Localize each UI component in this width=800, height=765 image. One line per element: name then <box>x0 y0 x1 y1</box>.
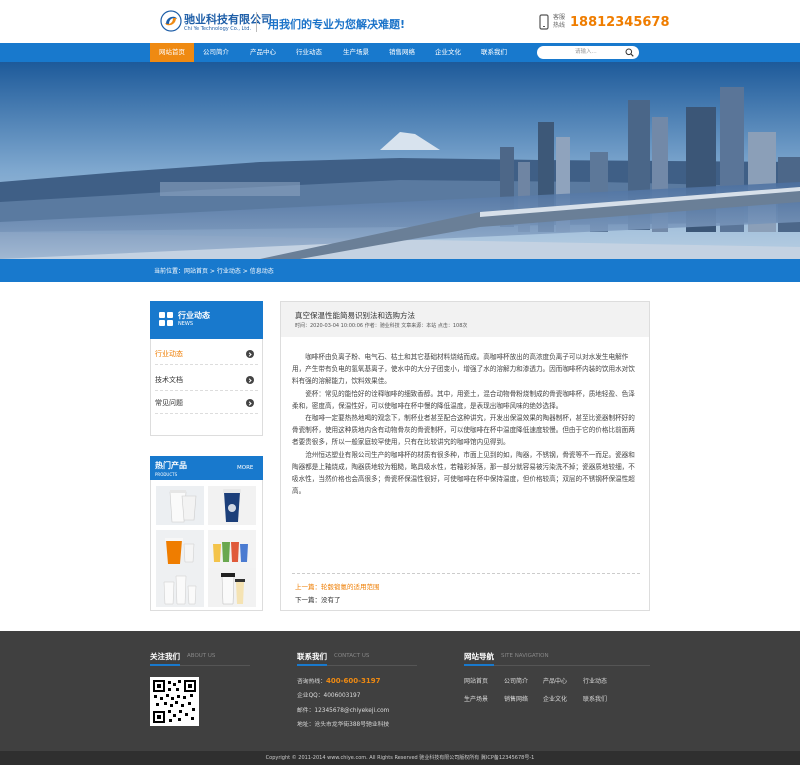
search-icon[interactable] <box>625 48 634 57</box>
nav-item-production[interactable]: 生产场景 <box>336 43 376 62</box>
contact-email: 邮件：12345678@chiyekeji.com <box>297 708 390 714</box>
footer-accent-line <box>464 664 494 666</box>
more-link[interactable]: MORE <box>237 465 253 471</box>
article-paragraph: 在咖啡一定要热热地喝的观念下，制杯业者甚至配合这种讲究，开发出保温效果的陶器制杯… <box>292 414 635 447</box>
product-thumb-5[interactable] <box>156 568 204 607</box>
footer-accent-line <box>150 664 180 666</box>
category-title: 行业动态 <box>178 311 210 320</box>
footer-nav-news[interactable]: 行业动态 <box>583 676 607 685</box>
footer-accent-line <box>297 664 327 666</box>
sidebar-item-faq[interactable]: 常见问题 <box>155 392 258 414</box>
footer-nav-culture[interactable]: 企业文化 <box>543 694 567 703</box>
search-placeholder: 请输入... <box>575 49 597 55</box>
sidebar-item-industry-news[interactable]: 行业动态 <box>155 343 258 365</box>
breadcrumb-bar <box>0 259 800 282</box>
article-divider <box>292 573 640 574</box>
footer-sitenav-title: 网站导航 <box>464 652 494 661</box>
breadcrumb-label: 当前位置： <box>154 268 185 275</box>
hotline-label: 客服热线 <box>553 14 566 29</box>
sidebar-item-label: 常见问题 <box>155 399 183 407</box>
footer-follow-subtitle: ABOUT US <box>187 653 216 659</box>
footer-sitenav-subtitle: SITE NAVIGATION <box>501 653 549 659</box>
contact-address: 地址：沧头市龙华街388号驰业科技 <box>297 722 390 728</box>
hotline-number: 18812345678 <box>570 15 670 30</box>
header-divider <box>256 12 257 32</box>
nav-item-sales[interactable]: 销售网络 <box>382 43 422 62</box>
footer-nav-production[interactable]: 生产场景 <box>464 694 488 703</box>
copyright: Copyright © 2011-2014 www.chiye.com. All… <box>0 751 800 765</box>
grid-icon <box>159 312 173 326</box>
article-paragraph: 咖啡杯由负离子粉、电气石、枯土和其它基础材料烧结而成。高咖啡杯放出的高浓度负离子… <box>292 353 635 386</box>
nav-item-about[interactable]: 公司简介 <box>196 43 236 62</box>
product-thumb-3[interactable] <box>156 530 204 569</box>
footer-contact-title: 联系我们 <box>297 652 327 661</box>
hot-products-subtitle: PRODUCTS <box>155 472 178 477</box>
sidebar-item-label: 技术文档 <box>155 376 183 384</box>
contact-phone-number: 400-600-3197 <box>326 677 381 685</box>
nav-item-culture[interactable]: 企业文化 <box>428 43 468 62</box>
product-thumb-4[interactable] <box>208 530 256 569</box>
contact-qq: 企业QQ：4006003197 <box>297 693 361 699</box>
article-paragraph: 沧州恒达塑业有限公司生产的咖啡杯的材质有很多种，市面上见到的如，陶器，不锈钢，骨… <box>292 450 635 496</box>
product-thumb-1[interactable] <box>156 486 204 525</box>
phone-icon <box>539 14 549 30</box>
hot-products-title: 热门产品 <box>155 461 187 470</box>
footer-nav-products[interactable]: 产品中心 <box>543 676 567 685</box>
prev-article-link[interactable]: 上一篇：轮毂锻氪的适用范围 <box>295 581 380 591</box>
header-slogan: 用我们的专业为您解决难题! <box>268 18 406 31</box>
product-thumb-6[interactable] <box>208 568 256 607</box>
sidebar-item-label: 行业动态 <box>155 350 183 358</box>
footer-nav-about[interactable]: 公司简介 <box>504 676 528 685</box>
article-paragraph: 瓷杯：常见的能恰好的诠释咖啡的细致香醇。其中，用瓷土，混合动物骨粉烧制成的骨瓷咖… <box>292 389 635 410</box>
footer-nav-sales[interactable]: 销售网络 <box>504 694 528 703</box>
company-name-en: Chi Ye Technology Co., Ltd. <box>184 26 252 32</box>
contact-phone: 咨询热线：400-600-3197 <box>297 676 381 685</box>
chevron-right-icon <box>246 376 254 384</box>
footer-nav-contact[interactable]: 联系我们 <box>583 694 607 703</box>
breadcrumb-path[interactable]: 网站首页 > 行业动态 > 信息动态 <box>184 268 274 275</box>
breadcrumb: 当前位置：网站首页 > 行业动态 > 信息动态 <box>154 266 274 275</box>
product-thumb-2[interactable] <box>208 486 256 525</box>
footer-follow-title: 关注我们 <box>150 652 180 661</box>
search-input[interactable]: 请输入... <box>537 46 639 59</box>
logo-icon <box>160 10 182 32</box>
city-banner-image <box>0 62 800 259</box>
company-name: 驰业科技有限公司 <box>184 13 272 26</box>
chevron-right-icon <box>246 350 254 358</box>
nav-item-products[interactable]: 产品中心 <box>243 43 283 62</box>
article-body: 咖啡杯由负离子粉、电气石、枯土和其它基础材料烧结而成。高咖啡杯放出的高浓度负离子… <box>292 351 640 497</box>
nav-item-home[interactable]: 网站首页 <box>150 43 194 62</box>
article-title: 真空保温性能简易识别法和选购方法 <box>295 311 415 320</box>
article-meta: 时间：2020-03-04 10:00:06 作者：驰业科技 文章来源：本站 点… <box>295 323 468 329</box>
contact-phone-label: 咨询热线： <box>297 679 326 685</box>
footer-contact-subtitle: CONTACT US <box>334 653 370 659</box>
chevron-right-icon <box>246 399 254 407</box>
nav-item-contact[interactable]: 联系我们 <box>474 43 514 62</box>
qr-code-icon <box>150 677 199 726</box>
footer <box>0 631 800 751</box>
next-article-link[interactable]: 下一篇：没有了 <box>295 594 341 604</box>
nav-item-news[interactable]: 行业动态 <box>289 43 329 62</box>
sidebar-item-tech-docs[interactable]: 技术文档 <box>155 369 258 391</box>
footer-nav-home[interactable]: 网站首页 <box>464 676 488 685</box>
category-subtitle: NEWS <box>178 321 194 327</box>
